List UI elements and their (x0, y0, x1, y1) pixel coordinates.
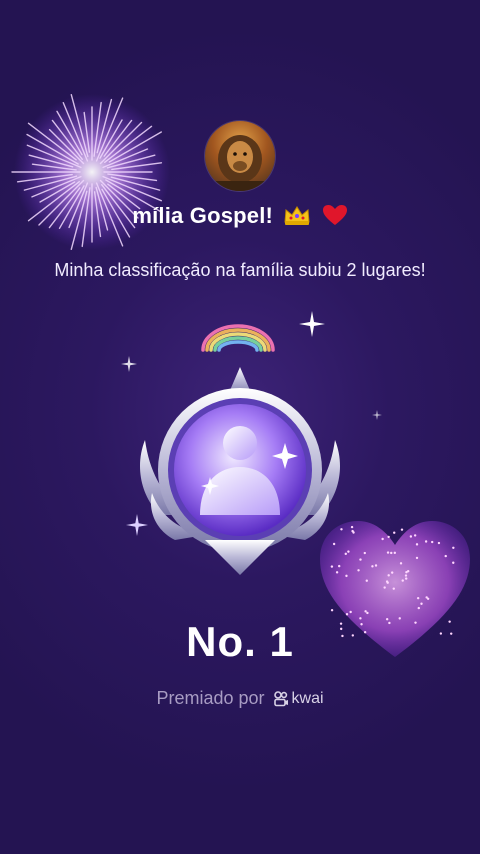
lion-avatar[interactable] (205, 121, 275, 191)
lion-icon (205, 135, 275, 191)
kwai-logo-icon (273, 690, 288, 706)
crown-icon (284, 206, 310, 225)
rainbow-icon (201, 324, 275, 352)
sparkle-icon (372, 410, 382, 420)
page-title: mília Gospel! (0, 203, 480, 229)
kwai-brand-name: kwai (291, 689, 324, 707)
title-text: mília Gospel! (132, 203, 274, 228)
awarded-by-label: Premiado por (156, 688, 265, 708)
firework-left-decoration (11, 94, 170, 250)
kwai-brand: kwai (273, 690, 324, 708)
awarded-by-row: Premiado por kwai (0, 688, 480, 709)
rank-change-message: Minha classificação na família subiu 2 l… (54, 260, 426, 280)
rank-label: No. 1 (186, 618, 294, 665)
sparkle-icon (299, 311, 325, 337)
heart-icon (322, 205, 347, 225)
